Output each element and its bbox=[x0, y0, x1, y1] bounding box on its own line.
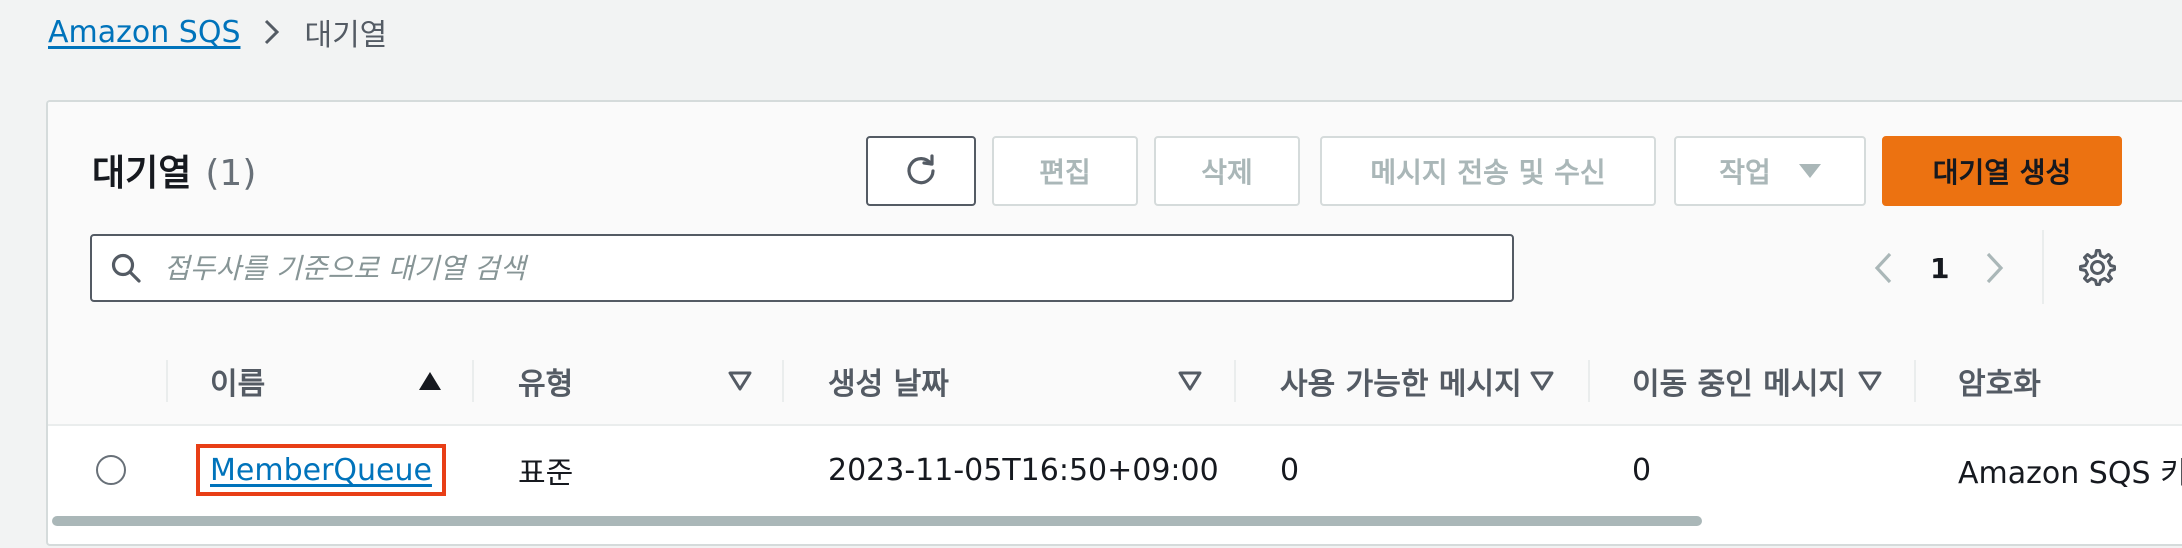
search-box bbox=[90, 234, 1514, 302]
edit-button-label: 편집 bbox=[1039, 156, 1091, 189]
table-preferences-button[interactable] bbox=[2078, 248, 2118, 288]
refresh-icon bbox=[907, 154, 935, 185]
column-divider bbox=[166, 360, 168, 402]
column-header-in-flight-messages[interactable]: 이동 중인 메시지 bbox=[1632, 338, 1846, 424]
caret-down-icon bbox=[1798, 164, 1821, 178]
page-title: 대기열 (1) bbox=[92, 144, 256, 196]
column-divider bbox=[782, 360, 784, 402]
chevron-right-icon bbox=[1986, 252, 2004, 284]
queue-type-cell: 표준 bbox=[518, 456, 574, 491]
gear-icon bbox=[2079, 249, 2116, 286]
column-divider bbox=[1914, 360, 1916, 402]
pager-divider bbox=[2042, 230, 2044, 304]
column-divider bbox=[1234, 360, 1236, 402]
delete-button-label: 삭제 bbox=[1201, 156, 1253, 189]
column-header-created[interactable]: 생성 날짜 bbox=[828, 338, 949, 424]
table-row: MemberQueue 표준 2023-11-05T16:50+09:00 0 … bbox=[48, 426, 2182, 514]
sort-icon[interactable] bbox=[1178, 338, 1202, 424]
previous-page-button[interactable] bbox=[1872, 236, 1896, 300]
panel-header: 대기열 (1) 편집 삭제 메시지 전송 및 수신 작업 대기열 생성 접두사를… bbox=[48, 102, 2182, 340]
column-header-encryption[interactable]: 암호화 bbox=[1958, 338, 2041, 424]
breadcrumb-current: 대기열 bbox=[304, 18, 388, 53]
breadcrumb-amazon-sqs-link[interactable]: Amazon SQS bbox=[48, 15, 240, 50]
column-header-type[interactable]: 유형 bbox=[518, 338, 573, 424]
horizontal-scrollbar-thumb[interactable] bbox=[52, 516, 1702, 526]
row-select-radio[interactable] bbox=[96, 455, 126, 485]
search-input[interactable] bbox=[162, 250, 1486, 286]
column-divider bbox=[472, 360, 474, 402]
delete-button[interactable]: 삭제 bbox=[1154, 136, 1300, 206]
sort-icon[interactable] bbox=[728, 338, 752, 424]
chevron-left-icon bbox=[1874, 252, 1892, 284]
search-icon bbox=[108, 250, 144, 286]
queue-available-messages-cell: 0 bbox=[1280, 452, 1300, 488]
send-receive-button-label: 메시지 전송 및 수신 bbox=[1370, 156, 1606, 189]
create-queue-button[interactable]: 대기열 생성 bbox=[1882, 136, 2122, 206]
queue-created-cell: 2023-11-05T16:50+09:00 bbox=[828, 452, 1219, 488]
column-header-available-messages[interactable]: 사용 가능한 메시지 bbox=[1280, 338, 1522, 424]
queues-panel: 대기열 (1) 편집 삭제 메시지 전송 및 수신 작업 대기열 생성 접두사를… bbox=[46, 100, 2182, 546]
column-header-name[interactable]: 이름 bbox=[210, 338, 265, 424]
sort-icon[interactable] bbox=[1530, 338, 1554, 424]
create-queue-button-label: 대기열 생성 bbox=[1932, 156, 2072, 189]
queue-name-link[interactable]: MemberQueue bbox=[196, 444, 446, 496]
page-title-text: 대기열 bbox=[92, 153, 192, 194]
queue-count: (1) bbox=[205, 153, 257, 194]
edit-button[interactable]: 편집 bbox=[992, 136, 1138, 206]
send-receive-messages-button[interactable]: 메시지 전송 및 수신 bbox=[1320, 136, 1656, 206]
actions-button-label: 작업 bbox=[1719, 156, 1771, 189]
current-page-number[interactable]: 1 bbox=[1930, 236, 1949, 300]
breadcrumb: Amazon SQS 대기열 bbox=[48, 8, 387, 56]
actions-dropdown-button[interactable]: 작업 bbox=[1674, 136, 1866, 206]
column-divider bbox=[1588, 360, 1590, 402]
queue-encryption-cell: Amazon SQS 키 bbox=[1958, 456, 2182, 491]
next-page-button[interactable] bbox=[1982, 236, 2006, 300]
chevron-right-icon bbox=[262, 18, 282, 46]
refresh-button[interactable] bbox=[866, 136, 976, 206]
queue-in-flight-messages-cell: 0 bbox=[1632, 452, 1652, 488]
table-header-row: 이름 유형 생성 날짜 사용 가능한 메시지 이동 중인 메시지 암호화 bbox=[48, 338, 2182, 426]
sort-ascending-icon[interactable] bbox=[418, 338, 442, 424]
sort-icon[interactable] bbox=[1858, 338, 1882, 424]
